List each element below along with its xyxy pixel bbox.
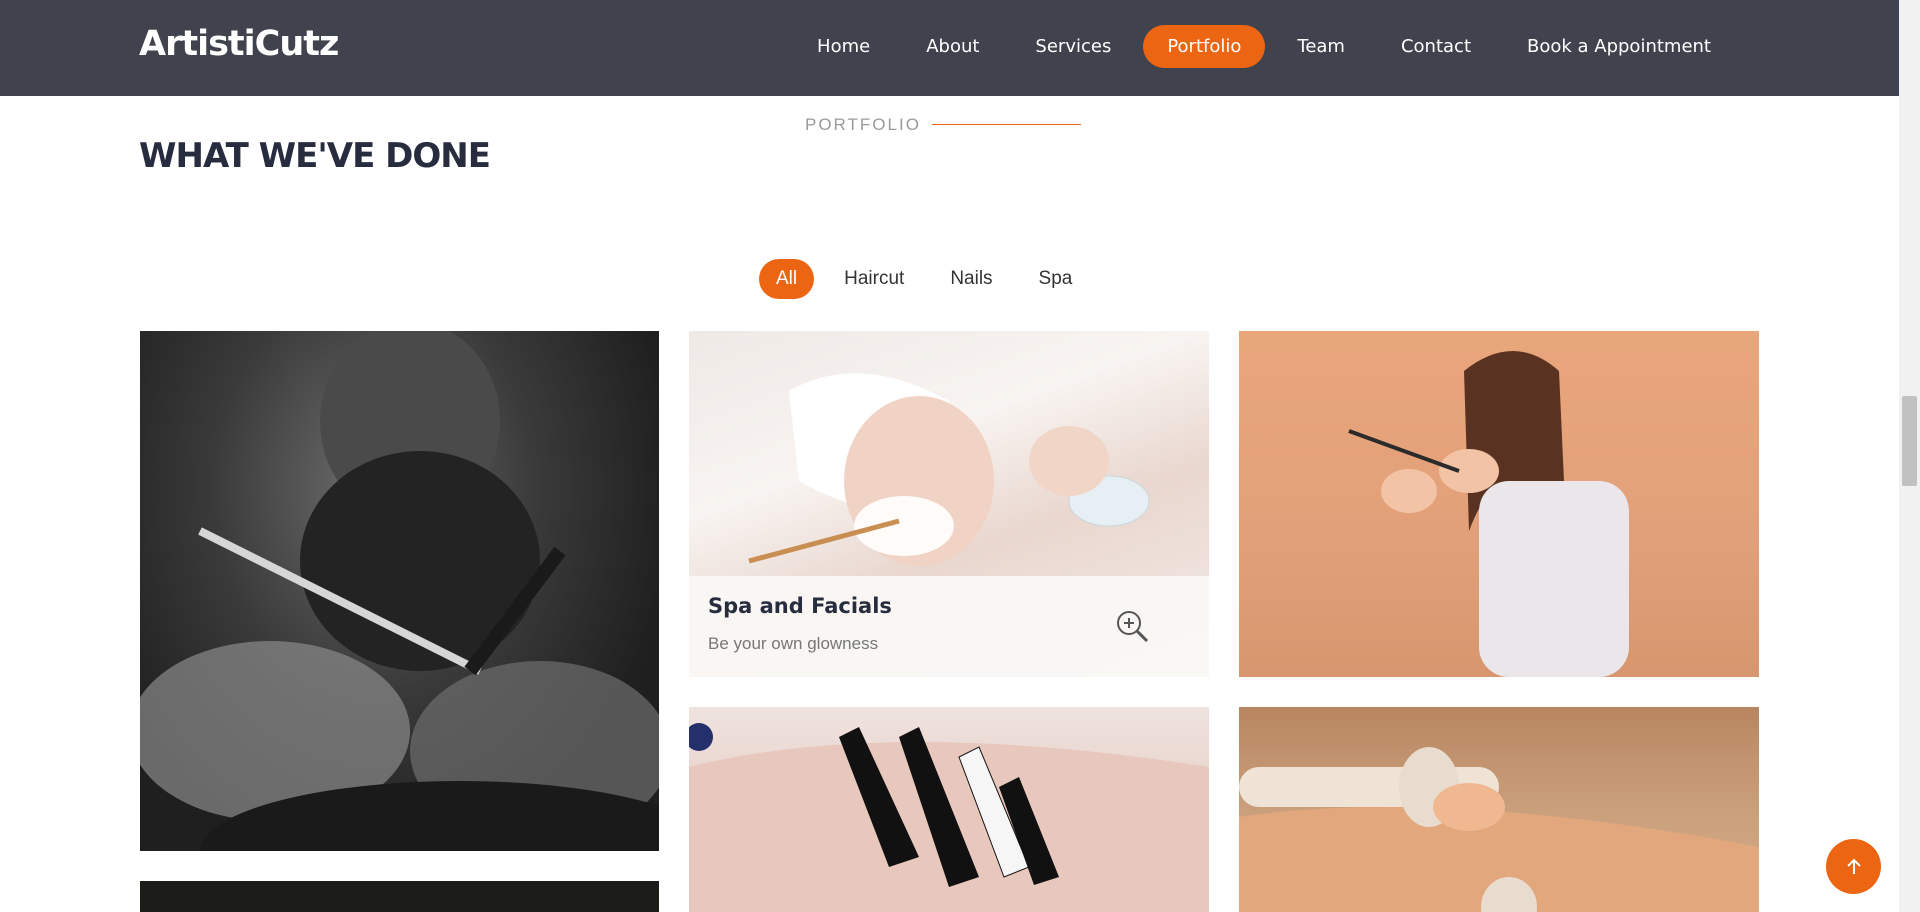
back-to-top-button[interactable] xyxy=(1826,839,1881,894)
caption-subtitle: Be your own glowness xyxy=(708,634,879,653)
filter-all[interactable]: All xyxy=(759,259,815,299)
nav-services[interactable]: Services xyxy=(1011,25,1135,68)
filter-spa[interactable]: Spa xyxy=(1023,259,1089,299)
section-kicker: PORTFOLIO xyxy=(805,115,921,134)
portfolio-item-haircut[interactable] xyxy=(1239,331,1759,677)
page: ArtistiCutz Home About Services Portfoli… xyxy=(0,0,1920,912)
zoom-in-icon[interactable] xyxy=(1115,609,1149,643)
nail-art-photo xyxy=(689,707,1209,912)
portfolio-item-spa[interactable]: Spa and Facials Be your own glowness xyxy=(689,331,1209,677)
salon-photo xyxy=(140,881,659,912)
portfolio-item-massage[interactable] xyxy=(1239,707,1759,912)
site-logo[interactable]: ArtistiCutz xyxy=(139,24,339,64)
massage-illustration xyxy=(1239,747,1759,912)
kicker-divider xyxy=(932,124,1081,125)
haircut-photo xyxy=(1239,331,1759,677)
barber-illustration xyxy=(140,331,659,851)
nav-team[interactable]: Team xyxy=(1273,25,1369,68)
filter-nails[interactable]: Nails xyxy=(934,259,1008,299)
barber-photo xyxy=(140,331,659,851)
caption-title: Spa and Facials xyxy=(708,594,892,618)
filter-haircut[interactable]: Haircut xyxy=(828,259,920,299)
portfolio-item-salon[interactable] xyxy=(140,881,659,912)
site-header: ArtistiCutz Home About Services Portfoli… xyxy=(0,0,1899,96)
section-title: WHAT WE'VE DONE xyxy=(139,136,491,176)
nav-about[interactable]: About xyxy=(902,25,1003,68)
scrollbar-thumb[interactable] xyxy=(1902,396,1917,486)
main-nav: Home About Services Portfolio Team Conta… xyxy=(785,25,1735,68)
haircut-illustration xyxy=(1348,351,1629,677)
nav-book-appointment[interactable]: Book a Appointment xyxy=(1503,25,1735,68)
nails-illustration xyxy=(689,723,1209,912)
nav-portfolio[interactable]: Portfolio xyxy=(1143,25,1266,68)
portfolio-item-barber[interactable] xyxy=(140,331,659,851)
portfolio-filters: All Haircut Nails Spa xyxy=(759,259,1102,299)
arrow-up-icon xyxy=(1846,858,1861,874)
nav-home[interactable]: Home xyxy=(793,25,894,68)
nav-contact[interactable]: Contact xyxy=(1377,25,1495,68)
massage-photo xyxy=(1239,707,1759,912)
portfolio-item-nails[interactable] xyxy=(689,707,1209,912)
portfolio-caption: Spa and Facials Be your own glowness xyxy=(689,576,1209,677)
